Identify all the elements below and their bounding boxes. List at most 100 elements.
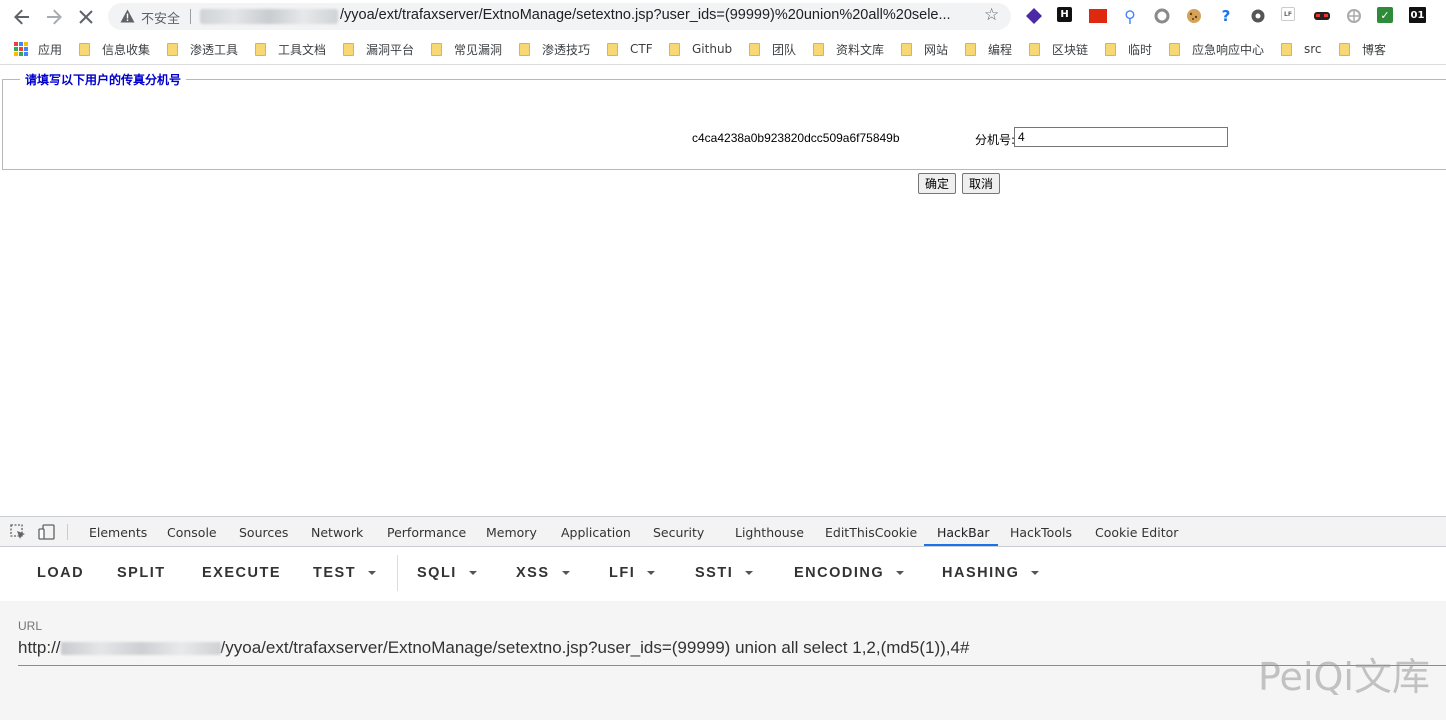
tab-security[interactable]: Security (653, 525, 704, 540)
load-button[interactable]: LOAD (37, 565, 84, 581)
extension-green-check-icon[interactable]: ✓ (1377, 7, 1393, 23)
ssti-dropdown[interactable]: SSTI (695, 565, 754, 581)
user-md5-value: c4ca4238a0b923820dcc509a6f75849b (692, 131, 900, 145)
button-label: SQLI (417, 565, 457, 581)
bookmark-folder[interactable]: 编程 (965, 40, 1012, 58)
tab-hackbar[interactable]: HackBar (937, 525, 990, 540)
encoding-dropdown[interactable]: ENCODING (794, 565, 905, 581)
xss-dropdown[interactable]: XSS (516, 565, 570, 581)
bookmark-folder[interactable]: 临时 (1105, 40, 1152, 58)
apps-grid-icon (14, 42, 28, 56)
bookmark-folder[interactable]: 渗透技巧 (519, 40, 590, 58)
bookmark-folder[interactable]: 网站 (901, 40, 948, 58)
extension-input[interactable] (1014, 127, 1228, 147)
redacted-host (200, 9, 338, 24)
folder-icon (1169, 42, 1180, 56)
bookmark-folder[interactable]: 应急响应中心 (1169, 40, 1264, 58)
confirm-button[interactable]: 确定 (918, 173, 957, 194)
forward-button[interactable] (43, 6, 65, 28)
folder-icon (1281, 42, 1292, 56)
caret-down-icon (896, 571, 905, 575)
button-label: TEST (313, 565, 357, 581)
extension-purple-gem-icon[interactable] (1025, 7, 1043, 25)
tab-memory[interactable]: Memory (486, 525, 537, 540)
button-label: SPLIT (117, 565, 166, 581)
extension-cookie-icon[interactable] (1185, 7, 1203, 25)
tab-lighthouse[interactable]: Lighthouse (735, 525, 804, 540)
inspect-element-icon[interactable] (10, 524, 26, 540)
extension-flower-icon[interactable] (1345, 7, 1363, 25)
address-bar[interactable]: 不安全 /yyoa/ext/trafaxserver/ExtnoManage/s… (108, 3, 1011, 30)
bookmark-label: 常见漏洞 (454, 42, 503, 57)
folder-icon (607, 42, 618, 56)
bookmark-label: CTF (630, 42, 653, 56)
warning-triangle-icon (120, 9, 135, 23)
extension-label: 分机号: (975, 133, 1016, 147)
bookmarks-divider (0, 64, 1446, 65)
bookmark-folder[interactable]: 团队 (749, 40, 796, 58)
extension-h-icon[interactable]: H (1057, 7, 1072, 22)
address-separator (190, 9, 191, 24)
tab-console[interactable]: Console (167, 525, 217, 540)
caret-down-icon (745, 571, 754, 575)
folder-icon (519, 42, 530, 56)
tab-elements[interactable]: Elements (89, 525, 147, 540)
url-text[interactable]: /yyoa/ext/trafaxserver/ExtnoManage/setex… (340, 7, 980, 23)
folder-icon (1105, 42, 1116, 56)
bookmark-folder[interactable]: 漏洞平台 (343, 40, 414, 58)
folder-icon (965, 42, 976, 56)
execute-button[interactable]: EXECUTE (202, 565, 281, 581)
devtools-panel: Elements Console Sources Network Perform… (0, 516, 1446, 720)
extension-question-icon[interactable]: ? (1217, 7, 1235, 25)
bookmark-star-icon[interactable]: ☆ (984, 5, 999, 25)
bookmark-folder[interactable]: 常见漏洞 (431, 40, 502, 58)
tab-hacktools[interactable]: HackTools (1010, 525, 1072, 540)
bookmark-folder[interactable]: 区块链 (1029, 40, 1088, 58)
extension-flag-icon[interactable] (1089, 9, 1107, 23)
extension-ring-icon[interactable] (1153, 7, 1171, 25)
url-field-label: URL (18, 619, 43, 633)
folder-icon (79, 42, 90, 56)
sqli-dropdown[interactable]: SQLI (417, 565, 477, 581)
extension-gear-icon[interactable] (1249, 7, 1267, 25)
device-toolbar-icon[interactable] (38, 524, 56, 540)
tab-performance[interactable]: Performance (387, 525, 466, 540)
bookmark-label: 资料文库 (836, 42, 885, 57)
hashing-dropdown[interactable]: HASHING (942, 565, 1040, 581)
folder-icon (1029, 42, 1040, 56)
tab-application[interactable]: Application (561, 525, 631, 540)
tab-network[interactable]: Network (311, 525, 363, 540)
bookmark-label: 信息收集 (102, 42, 151, 57)
bookmark-folder[interactable]: 信息收集 (79, 40, 150, 58)
url-textarea[interactable]: http:// /yyoa/ext/trafaxserver/ExtnoManag… (18, 638, 969, 658)
extension-lf-icon[interactable]: LF (1281, 7, 1295, 21)
tab-cookie-editor[interactable]: Cookie Editor (1095, 525, 1178, 540)
extension-pin-icon[interactable]: ⚲ (1121, 7, 1139, 26)
close-icon (79, 10, 93, 24)
extension-mask-icon[interactable] (1313, 7, 1331, 25)
bookmark-folder[interactable]: CTF (607, 40, 653, 58)
tab-editthiscookie[interactable]: EditThisCookie (825, 525, 917, 540)
bookmark-folder[interactable]: Github (669, 40, 732, 58)
bookmark-label: 渗透技巧 (542, 42, 591, 57)
stop-loading-button[interactable] (75, 6, 97, 28)
bookmark-label: 漏洞平台 (366, 42, 415, 57)
caret-down-icon (647, 571, 656, 575)
split-button[interactable]: SPLIT (117, 565, 166, 581)
extension-01-icon[interactable]: 01 (1409, 7, 1426, 23)
hackbar-divider (397, 555, 398, 591)
bookmark-folder[interactable]: 博客 (1339, 40, 1386, 58)
test-dropdown[interactable]: TEST (313, 565, 377, 581)
bookmark-label: 博客 (1362, 42, 1387, 57)
bookmark-folder[interactable]: 资料文库 (813, 40, 884, 58)
bookmark-folder[interactable]: 渗透工具 (167, 40, 238, 58)
bookmark-label: Github (692, 42, 733, 56)
lfi-dropdown[interactable]: LFI (609, 565, 656, 581)
tab-sources[interactable]: Sources (239, 525, 288, 540)
bookmark-folder[interactable]: src (1281, 40, 1322, 58)
extension-form-fieldset (2, 79, 1446, 170)
back-button[interactable] (11, 6, 33, 28)
bookmark-apps[interactable]: 应用 (14, 40, 62, 58)
cancel-button[interactable]: 取消 (962, 173, 1001, 194)
bookmark-folder[interactable]: 工具文档 (255, 40, 326, 58)
